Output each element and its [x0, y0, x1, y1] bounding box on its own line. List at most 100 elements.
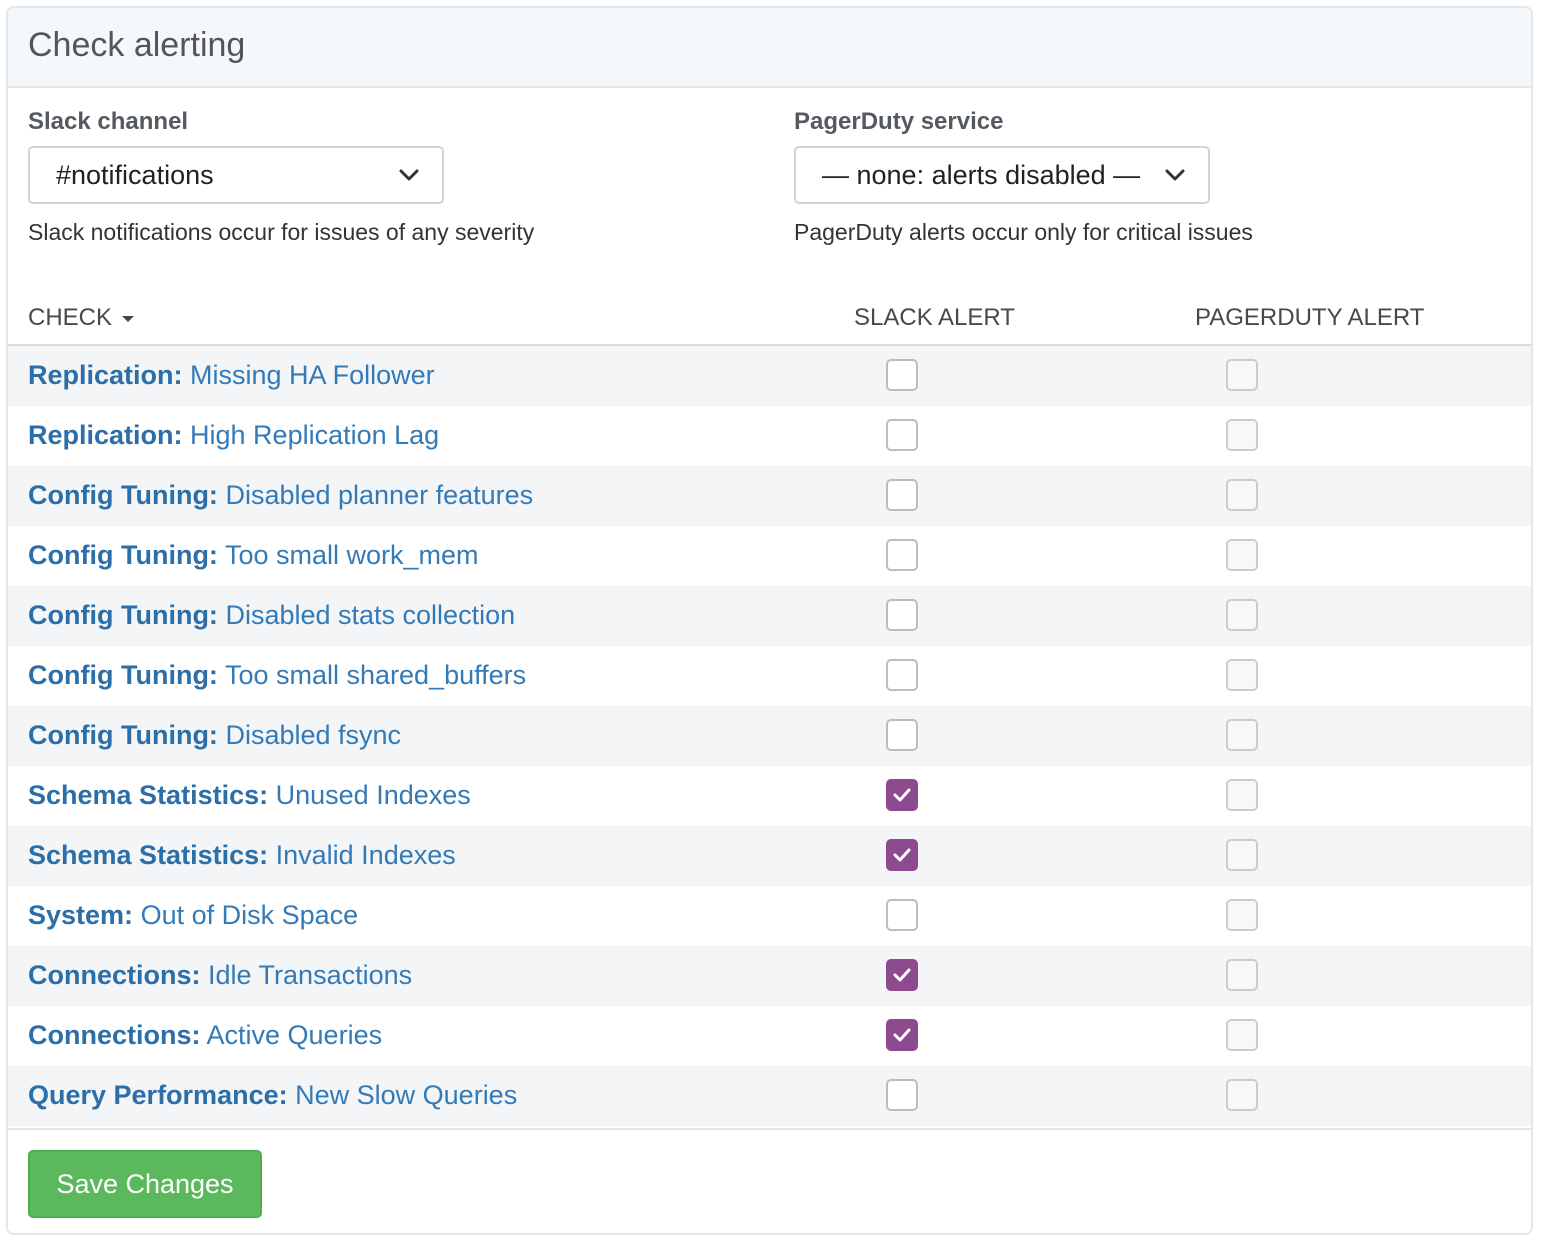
check-title: Unused Indexes [275, 780, 471, 810]
pagerduty-alert-checkbox[interactable] [1226, 479, 1258, 511]
check-title: Out of Disk Space [140, 900, 359, 930]
table-row: Config Tuning: Too small shared_buffers [8, 646, 1531, 706]
check-title: Disabled planner features [225, 480, 534, 510]
slack-channel-group: Slack channel #notifications Slack notif… [28, 108, 534, 246]
check-category: Schema Statistics: [28, 780, 269, 810]
slack-alert-checkbox[interactable] [886, 659, 918, 691]
slack-alert-checkbox[interactable] [886, 1079, 918, 1111]
pagerduty-alert-checkbox[interactable] [1226, 779, 1258, 811]
table-body: Replication: Missing HA Follower Replicat… [8, 346, 1531, 1126]
slack-channel-select[interactable]: #notifications [28, 146, 444, 204]
pagerduty-alert-checkbox[interactable] [1226, 1079, 1258, 1111]
save-changes-button[interactable]: Save Changes [28, 1150, 262, 1218]
pagerduty-alert-checkbox[interactable] [1226, 419, 1258, 451]
check-category: Replication: [28, 360, 183, 390]
slack-alert-checkbox[interactable] [886, 779, 918, 811]
checkmark-icon [893, 1028, 911, 1042]
pagerduty-alert-checkbox[interactable] [1226, 359, 1258, 391]
table-row: System: Out of Disk Space [8, 886, 1531, 946]
table-row: Schema Statistics: Unused Indexes [8, 766, 1531, 826]
check-link[interactable]: Connections: Idle Transactions [28, 959, 412, 991]
table-row: Config Tuning: Disabled stats collection [8, 586, 1531, 646]
pagerduty-alert-checkbox[interactable] [1226, 1019, 1258, 1051]
check-category: Connections: [28, 1020, 201, 1050]
slack-alert-checkbox[interactable] [886, 359, 918, 391]
caret-down-icon [122, 315, 135, 322]
check-title: New Slow Queries [295, 1080, 518, 1110]
check-category: Schema Statistics: [28, 840, 269, 870]
slack-channel-label: Slack channel [28, 108, 189, 135]
pagerduty-help-text: PagerDuty alerts occur only for critical… [794, 219, 1253, 245]
table-row: Connections: Idle Transactions [8, 946, 1531, 1006]
checkmark-icon [893, 788, 911, 802]
check-category: Connections: [28, 960, 201, 990]
check-category: Config Tuning: [28, 600, 218, 630]
panel-title: Check alerting [28, 26, 246, 64]
check-link[interactable]: Config Tuning: Disabled stats collection [28, 599, 515, 631]
check-link[interactable]: Schema Statistics: Unused Indexes [28, 779, 471, 811]
check-title: Idle Transactions [208, 960, 413, 990]
slack-alert-checkbox[interactable] [886, 539, 918, 571]
pagerduty-service-select[interactable]: — none: alerts disabled — [794, 146, 1210, 204]
table-row: Config Tuning: Disabled fsync [8, 706, 1531, 766]
column-header-check-label: CHECK [28, 304, 113, 331]
check-title: Invalid Indexes [275, 840, 456, 870]
check-link[interactable]: Replication: High Replication Lag [28, 419, 439, 451]
table-row: Query Performance: New Slow Queries [8, 1066, 1531, 1126]
check-link[interactable]: Query Performance: New Slow Queries [28, 1079, 517, 1111]
pagerduty-service-value: — none: alerts disabled — [822, 160, 1141, 190]
check-alert-table: CHECK SLACK ALERT PAGERDUTY ALERT Replic… [8, 288, 1531, 1126]
slack-alert-checkbox[interactable] [886, 419, 918, 451]
check-link[interactable]: Schema Statistics: Invalid Indexes [28, 839, 456, 871]
pagerduty-alert-checkbox[interactable] [1226, 959, 1258, 991]
panel-header: Check alerting [8, 8, 1531, 88]
pagerduty-alert-checkbox[interactable] [1226, 599, 1258, 631]
slack-channel-value: #notifications [56, 160, 214, 190]
check-link[interactable]: Connections: Active Queries [28, 1019, 382, 1051]
slack-alert-checkbox[interactable] [886, 599, 918, 631]
checkmark-icon [893, 848, 911, 862]
column-header-check[interactable]: CHECK [28, 304, 135, 332]
table-row: Schema Statistics: Invalid Indexes [8, 826, 1531, 886]
column-header-slack-alert: SLACK ALERT [854, 304, 1015, 331]
table-row: Replication: High Replication Lag [8, 406, 1531, 466]
slack-alert-checkbox[interactable] [886, 479, 918, 511]
pagerduty-service-label: PagerDuty service [794, 108, 1004, 135]
column-header-pagerduty-alert: PAGERDUTY ALERT [1195, 304, 1425, 331]
slack-alert-checkbox[interactable] [886, 839, 918, 871]
chevron-down-icon [1165, 169, 1185, 181]
check-link[interactable]: Config Tuning: Too small work_mem [28, 539, 479, 571]
table-header: CHECK SLACK ALERT PAGERDUTY ALERT [8, 288, 1531, 346]
slack-help-text: Slack notifications occur for issues of … [28, 219, 535, 245]
table-row: Connections: Active Queries [8, 1006, 1531, 1066]
slack-alert-checkbox[interactable] [886, 899, 918, 931]
table-row: Replication: Missing HA Follower [8, 346, 1531, 406]
panel-footer: Save Changes [8, 1128, 1531, 1233]
check-title: Too small work_mem [224, 540, 479, 570]
check-title: Too small shared_buffers [224, 660, 527, 690]
chevron-down-icon [399, 169, 419, 181]
pagerduty-alert-checkbox[interactable] [1226, 899, 1258, 931]
pagerduty-alert-checkbox[interactable] [1226, 539, 1258, 571]
check-link[interactable]: Config Tuning: Disabled fsync [28, 719, 401, 751]
check-category: System: [28, 900, 134, 930]
pagerduty-service-group: PagerDuty service — none: alerts disable… [794, 108, 1253, 246]
check-link[interactable]: Replication: Missing HA Follower [28, 359, 435, 391]
check-title: Disabled fsync [225, 720, 402, 750]
slack-alert-checkbox[interactable] [886, 1019, 918, 1051]
slack-alert-checkbox[interactable] [886, 719, 918, 751]
check-title: Active Queries [206, 1020, 383, 1050]
check-link[interactable]: Config Tuning: Disabled planner features [28, 479, 533, 511]
check-category: Query Performance: [28, 1080, 288, 1110]
pagerduty-alert-checkbox[interactable] [1226, 659, 1258, 691]
check-category: Config Tuning: [28, 540, 218, 570]
check-alerting-panel: Check alerting Slack channel #notificati… [6, 6, 1533, 1235]
pagerduty-alert-checkbox[interactable] [1226, 719, 1258, 751]
check-link[interactable]: Config Tuning: Too small shared_buffers [28, 659, 526, 691]
pagerduty-alert-checkbox[interactable] [1226, 839, 1258, 871]
check-title: Disabled stats collection [225, 600, 516, 630]
check-category: Config Tuning: [28, 480, 218, 510]
check-category: Config Tuning: [28, 720, 218, 750]
check-link[interactable]: System: Out of Disk Space [28, 899, 358, 931]
slack-alert-checkbox[interactable] [886, 959, 918, 991]
